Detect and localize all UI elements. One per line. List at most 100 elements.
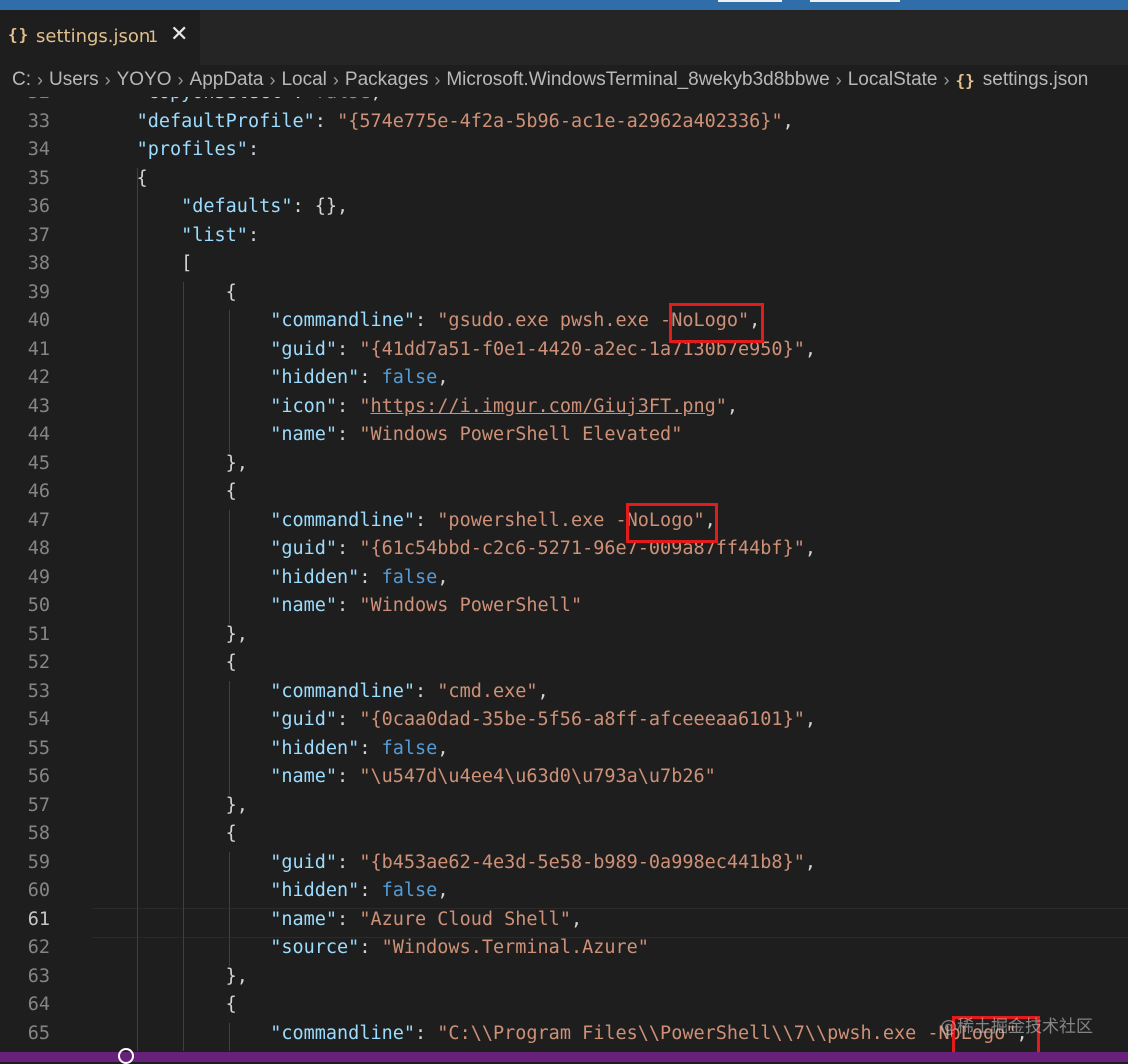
- code-token: ,: [804, 338, 816, 360]
- code-text: },: [92, 795, 248, 816]
- code-line[interactable]: 54 "guid": "{0caa0dad-35be-5f56-a8ff-afc…: [0, 709, 1128, 738]
- code-text: "commandline": "cmd.exe",: [92, 680, 549, 702]
- code-token: :: [337, 338, 360, 360]
- code-line[interactable]: 40 "commandline": "gsudo.exe pwsh.exe -N…: [0, 310, 1128, 339]
- code-token: :: [314, 110, 338, 132]
- code-line[interactable]: 55 "hidden": false,: [0, 738, 1128, 767]
- breadcrumb-file[interactable]: settings.json: [983, 69, 1089, 91]
- breadcrumb-item[interactable]: C:: [12, 69, 31, 91]
- code-token: :: [337, 709, 360, 730]
- code-line[interactable]: 37 "list":: [0, 225, 1128, 254]
- code-token: "name": [270, 595, 338, 616]
- code-token: "Azure Cloud Shell": [359, 908, 571, 930]
- code-line[interactable]: 53 "commandline": "cmd.exe",: [0, 681, 1128, 710]
- chevron-right-icon: ›: [177, 69, 184, 90]
- line-number: 51: [27, 623, 50, 645]
- code-line[interactable]: 60 "hidden": false,: [0, 880, 1128, 909]
- code-token: {: [92, 994, 237, 1015]
- code-token: :: [337, 851, 360, 873]
- code-line[interactable]: 45 },: [0, 453, 1128, 482]
- chevron-right-icon: ›: [835, 69, 842, 90]
- code-token: "guid": [270, 538, 338, 559]
- code-line[interactable]: 58 {: [0, 823, 1128, 852]
- code-token: :: [415, 310, 438, 331]
- code-text: },: [92, 966, 248, 987]
- editor-tab-bar: {} settings.json 1 ✕: [0, 10, 1128, 65]
- code-text: "hidden": false,: [92, 880, 448, 901]
- code-token: },: [92, 794, 248, 816]
- code-editor[interactable]: 32 "copyOnSelect": false,33 "defaultProf…: [0, 97, 1128, 1052]
- code-token: "list": [181, 224, 248, 246]
- code-text: {: [92, 481, 237, 502]
- code-token: "hidden": [270, 566, 360, 588]
- code-token: : {},: [292, 196, 349, 217]
- breadcrumb: C: › Users › YOYO › AppData › Local › Packages › Mic…: [0, 65, 1128, 97]
- code-line[interactable]: 52 {: [0, 652, 1128, 681]
- code-line[interactable]: 49 "hidden": false,: [0, 567, 1128, 596]
- indent-guide: [137, 167, 138, 1051]
- code-token: ,: [804, 851, 816, 873]
- code-line[interactable]: 56 "name": "\u547d\u4ee4\u63d0\u793a\u7b…: [0, 766, 1128, 795]
- code-line[interactable]: 63 },: [0, 966, 1128, 995]
- close-icon[interactable]: ✕: [170, 22, 188, 47]
- code-token: https://i.imgur.com/Giuj3FT.png: [370, 395, 716, 417]
- code-line[interactable]: 38 [: [0, 253, 1128, 282]
- code-line[interactable]: 43 "icon": "https://i.imgur.com/Giuj3FT.…: [0, 396, 1128, 425]
- code-token: :: [292, 97, 314, 103]
- code-text: {: [92, 994, 237, 1015]
- line-number: 56: [27, 766, 50, 787]
- code-line[interactable]: 39 {: [0, 282, 1128, 311]
- chevron-right-icon: ›: [269, 69, 276, 90]
- code-text: "hidden": false,: [92, 567, 448, 588]
- code-line[interactable]: 41 "guid": "{41dd7a51-f0e1-4420-a2ec-1a7…: [0, 339, 1128, 368]
- code-line[interactable]: 44 "name": "Windows PowerShell Elevated": [0, 424, 1128, 453]
- code-line[interactable]: 47 "commandline": "powershell.exe -NoLog…: [0, 510, 1128, 539]
- code-line[interactable]: 51 },: [0, 624, 1128, 653]
- line-number: 38: [27, 253, 50, 274]
- breadcrumb-item[interactable]: Packages: [345, 69, 428, 91]
- code-line[interactable]: 35 {: [0, 168, 1128, 197]
- code-line[interactable]: 46 {: [0, 481, 1128, 510]
- code-token: "copyOnSelect": [92, 97, 293, 103]
- code-token: "commandline": [270, 680, 416, 702]
- code-line[interactable]: 32 "copyOnSelect": false,: [0, 97, 1128, 111]
- breadcrumb-item[interactable]: Users: [49, 69, 99, 91]
- annotation-highlight-box: [626, 502, 718, 543]
- line-number: 61: [27, 908, 50, 930]
- line-number: 65: [27, 1022, 50, 1044]
- code-text: "commandline": "gsudo.exe pwsh.exe -NoLo…: [92, 310, 760, 331]
- breadcrumb-item[interactable]: Microsoft.WindowsTerminal_8wekyb3d8bbwe: [446, 69, 829, 91]
- code-line[interactable]: 57 },: [0, 795, 1128, 824]
- breadcrumb-item[interactable]: YOYO: [117, 69, 172, 91]
- code-line[interactable]: 33 "defaultProfile": "{574e775e-4f2a-5b9…: [0, 111, 1128, 140]
- line-number: 47: [27, 509, 50, 531]
- code-line[interactable]: 62 "source": "Windows.Terminal.Azure": [0, 937, 1128, 966]
- code-token: ,: [437, 737, 449, 759]
- code-line[interactable]: 59 "guid": "{b453ae62-4e3d-5e58-b989-0a9…: [0, 852, 1128, 881]
- code-token: false: [381, 566, 438, 588]
- breadcrumb-item[interactable]: Local: [281, 69, 326, 91]
- code-token: ": [715, 395, 727, 417]
- code-line[interactable]: 61 "name": "Azure Cloud Shell",: [0, 909, 1128, 938]
- breadcrumb-item[interactable]: AppData: [190, 69, 264, 91]
- code-line[interactable]: 36 "defaults": {},: [0, 196, 1128, 225]
- code-line[interactable]: 48 "guid": "{61c54bbd-c2c6-5271-96e7-009…: [0, 538, 1128, 567]
- code-token: "defaults": [181, 196, 293, 217]
- code-token: "Windows PowerShell": [359, 595, 583, 616]
- tab-settings-json[interactable]: {} settings.json 1 ✕: [0, 10, 200, 65]
- code-text: "commandline": "C:\\Program Files\\Power…: [92, 1023, 1027, 1044]
- code-line[interactable]: 34 "profiles":: [0, 139, 1128, 168]
- code-line[interactable]: 50 "name": "Windows PowerShell": [0, 595, 1128, 624]
- code-token: ,: [537, 680, 549, 702]
- code-line[interactable]: 42 "hidden": false,: [0, 367, 1128, 396]
- code-token: "name": [270, 766, 338, 787]
- problem-count-badge: 1: [148, 27, 159, 46]
- code-token: false: [381, 880, 438, 901]
- code-text: },: [92, 453, 248, 474]
- breadcrumb-item[interactable]: LocalState: [848, 69, 938, 91]
- code-token: "profiles": [136, 139, 248, 160]
